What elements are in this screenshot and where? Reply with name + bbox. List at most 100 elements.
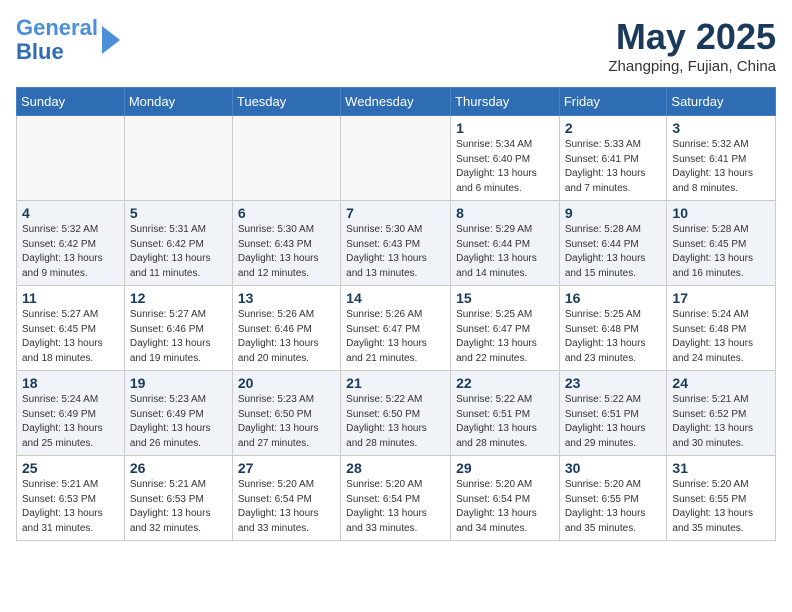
day-info: Sunrise: 5:20 AMSunset: 6:55 PMDaylight:… (565, 478, 662, 536)
calendar-cell: 4 Sunrise: 5:32 AMSunset: 6:42 PMDaylight… (17, 201, 125, 286)
calendar-cell: 18 Sunrise: 5:24 AMSunset: 6:49 PMDayligh… (17, 371, 125, 456)
day-number: 26 (130, 460, 227, 476)
day-info: Sunrise: 5:28 AMSunset: 6:45 PMDaylight:… (672, 223, 770, 281)
day-info: Sunrise: 5:30 AMSunset: 6:43 PMDaylight:… (346, 223, 445, 281)
calendar-cell: 8Sunrise: 5:29 AMSunset: 6:44 PMDaylight… (451, 201, 560, 286)
day-info: Sunrise: 5:34 AMSunset: 6:40 PMDaylight:… (456, 138, 554, 196)
logo-blue: Blue (16, 39, 64, 64)
day-info: Sunrise: 5:31 AMSunset: 6:42 PMDaylight:… (130, 223, 227, 281)
day-info: Sunrise: 5:22 AMSunset: 6:51 PMDaylight:… (456, 393, 554, 451)
month-title: May 2025 (608, 16, 776, 58)
day-info: Sunrise: 5:20 AMSunset: 6:54 PMDaylight:… (456, 478, 554, 536)
calendar-cell: 19Sunrise: 5:23 AMSunset: 6:49 PMDayligh… (124, 371, 232, 456)
calendar-cell: 7Sunrise: 5:30 AMSunset: 6:43 PMDaylight… (341, 201, 451, 286)
logo-general: General (16, 15, 98, 40)
calendar-cell: 29 Sunrise: 5:20 AMSunset: 6:54 PMDayligh… (451, 456, 560, 541)
day-info: Sunrise: 5:20 AMSunset: 6:55 PMDaylight:… (672, 478, 770, 536)
calendar-cell: 17 Sunrise: 5:24 AMSunset: 6:48 PMDayligh… (667, 286, 776, 371)
calendar-cell: 22 Sunrise: 5:22 AMSunset: 6:51 PMDayligh… (451, 371, 560, 456)
calendar-cell: 25Sunrise: 5:21 AMSunset: 6:53 PMDayligh… (17, 456, 125, 541)
day-info: Sunrise: 5:21 AMSunset: 6:53 PMDaylight:… (22, 478, 119, 536)
day-info: Sunrise: 5:23 AMSunset: 6:50 PMDaylight:… (238, 393, 335, 451)
day-number: 14 (346, 290, 445, 306)
calendar-col-monday: Monday (124, 88, 232, 116)
day-number: 11 (22, 290, 119, 306)
day-number: 18 (22, 375, 119, 391)
day-number: 29 (456, 460, 554, 476)
location-subtitle: Zhangping, Fujian, China (608, 58, 776, 75)
day-info: Sunrise: 5:20 AMSunset: 6:54 PMDaylight:… (346, 478, 445, 536)
day-info: Sunrise: 5:20 AMSunset: 6:54 PMDaylight:… (238, 478, 335, 536)
day-number: 17 (672, 290, 770, 306)
calendar-cell: 3 Sunrise: 5:32 AMSunset: 6:41 PMDaylight… (667, 116, 776, 201)
day-info: Sunrise: 5:26 AMSunset: 6:46 PMDaylight:… (238, 308, 335, 366)
calendar-cell: 1 Sunrise: 5:34 AMSunset: 6:40 PMDaylight… (451, 116, 560, 201)
calendar-cell: 31 Sunrise: 5:20 AMSunset: 6:55 PMDayligh… (667, 456, 776, 541)
calendar-table: SundayMondayTuesdayWednesdayThursdayFrid… (16, 87, 776, 541)
calendar-cell: 27 Sunrise: 5:20 AMSunset: 6:54 PMDayligh… (232, 456, 340, 541)
day-info: Sunrise: 5:25 AMSunset: 6:48 PMDaylight:… (565, 308, 662, 366)
calendar-cell (17, 116, 125, 201)
day-info: Sunrise: 5:24 AMSunset: 6:49 PMDaylight:… (22, 393, 119, 451)
day-number: 21 (346, 375, 445, 391)
calendar-cell: 21 Sunrise: 5:22 AMSunset: 6:50 PMDayligh… (341, 371, 451, 456)
day-number: 27 (238, 460, 335, 476)
day-number: 20 (238, 375, 335, 391)
day-number: 16 (565, 290, 662, 306)
logo-text: General Blue (16, 16, 98, 64)
day-info: Sunrise: 5:21 AMSunset: 6:53 PMDaylight:… (130, 478, 227, 536)
calendar-cell: 15Sunrise: 5:25 AMSunset: 6:47 PMDayligh… (451, 286, 560, 371)
day-info: Sunrise: 5:22 AMSunset: 6:51 PMDaylight:… (565, 393, 662, 451)
calendar-cell: 30 Sunrise: 5:20 AMSunset: 6:55 PMDayligh… (559, 456, 667, 541)
day-number: 13 (238, 290, 335, 306)
day-number: 28 (346, 460, 445, 476)
calendar-cell: 14 Sunrise: 5:26 AMSunset: 6:47 PMDayligh… (341, 286, 451, 371)
day-number: 30 (565, 460, 662, 476)
day-info: Sunrise: 5:30 AMSunset: 6:43 PMDaylight:… (238, 223, 335, 281)
day-info: Sunrise: 5:29 AMSunset: 6:44 PMDaylight:… (456, 223, 554, 281)
calendar-week-1: 1 Sunrise: 5:34 AMSunset: 6:40 PMDaylight… (17, 116, 776, 201)
calendar-col-thursday: Thursday (451, 88, 560, 116)
calendar-cell: 23Sunrise: 5:22 AMSunset: 6:51 PMDayligh… (559, 371, 667, 456)
calendar-col-sunday: Sunday (17, 88, 125, 116)
calendar-cell: 26 Sunrise: 5:21 AMSunset: 6:53 PMDayligh… (124, 456, 232, 541)
day-info: Sunrise: 5:28 AMSunset: 6:44 PMDaylight:… (565, 223, 662, 281)
calendar-week-3: 11Sunrise: 5:27 AMSunset: 6:45 PMDayligh… (17, 286, 776, 371)
calendar-header-row: SundayMondayTuesdayWednesdayThursdayFrid… (17, 88, 776, 116)
calendar-cell: 24 Sunrise: 5:21 AMSunset: 6:52 PMDayligh… (667, 371, 776, 456)
logo: General Blue (16, 16, 120, 64)
calendar-cell: 9 Sunrise: 5:28 AMSunset: 6:44 PMDaylight… (559, 201, 667, 286)
calendar-cell: 2 Sunrise: 5:33 AMSunset: 6:41 PMDaylight… (559, 116, 667, 201)
calendar-cell: 16 Sunrise: 5:25 AMSunset: 6:48 PMDayligh… (559, 286, 667, 371)
day-number: 3 (672, 120, 770, 136)
calendar-cell: 5 Sunrise: 5:31 AMSunset: 6:42 PMDaylight… (124, 201, 232, 286)
title-block: May 2025 Zhangping, Fujian, China (608, 16, 776, 75)
calendar-cell (341, 116, 451, 201)
day-info: Sunrise: 5:24 AMSunset: 6:48 PMDaylight:… (672, 308, 770, 366)
day-number: 1 (456, 120, 554, 136)
day-info: Sunrise: 5:32 AMSunset: 6:42 PMDaylight:… (22, 223, 119, 281)
day-number: 19 (130, 375, 227, 391)
day-number: 22 (456, 375, 554, 391)
calendar-col-friday: Friday (559, 88, 667, 116)
day-info: Sunrise: 5:32 AMSunset: 6:41 PMDaylight:… (672, 138, 770, 196)
calendar-col-wednesday: Wednesday (341, 88, 451, 116)
calendar-week-4: 18 Sunrise: 5:24 AMSunset: 6:49 PMDayligh… (17, 371, 776, 456)
day-info: Sunrise: 5:33 AMSunset: 6:41 PMDaylight:… (565, 138, 662, 196)
day-info: Sunrise: 5:26 AMSunset: 6:47 PMDaylight:… (346, 308, 445, 366)
day-number: 5 (130, 205, 227, 221)
day-number: 9 (565, 205, 662, 221)
day-number: 24 (672, 375, 770, 391)
day-number: 12 (130, 290, 227, 306)
calendar-cell: 12Sunrise: 5:27 AMSunset: 6:46 PMDayligh… (124, 286, 232, 371)
day-number: 6 (238, 205, 335, 221)
calendar-cell: 13 Sunrise: 5:26 AMSunset: 6:46 PMDayligh… (232, 286, 340, 371)
calendar-cell: 6 Sunrise: 5:30 AMSunset: 6:43 PMDaylight… (232, 201, 340, 286)
day-info: Sunrise: 5:22 AMSunset: 6:50 PMDaylight:… (346, 393, 445, 451)
day-info: Sunrise: 5:21 AMSunset: 6:52 PMDaylight:… (672, 393, 770, 451)
calendar-week-5: 25Sunrise: 5:21 AMSunset: 6:53 PMDayligh… (17, 456, 776, 541)
calendar-cell: 11Sunrise: 5:27 AMSunset: 6:45 PMDayligh… (17, 286, 125, 371)
day-number: 2 (565, 120, 662, 136)
day-number: 4 (22, 205, 119, 221)
day-number: 31 (672, 460, 770, 476)
